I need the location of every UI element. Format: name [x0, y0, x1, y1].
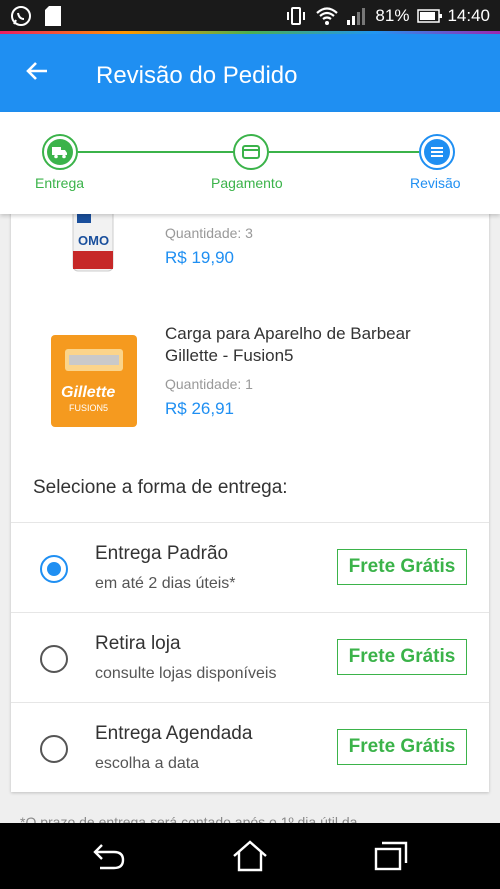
- free-shipping-badge: Frete Grátis: [337, 639, 467, 675]
- option-subtitle: escolha a data: [95, 755, 200, 772]
- product-image: OMO: [69, 205, 117, 280]
- battery-percent: 81%: [375, 6, 410, 25]
- option-title: Entrega Agendada: [95, 723, 253, 744]
- system-nav-bar: [0, 823, 500, 889]
- option-title: Entrega Padrão: [95, 543, 229, 564]
- list-icon: [424, 139, 450, 165]
- signal-icon: [345, 5, 367, 27]
- back-arrow-icon: [93, 844, 125, 870]
- page-title: Revisão do Pedido: [96, 62, 298, 89]
- sd-card-icon: [44, 5, 66, 27]
- product-quantity: Quantidade: 3: [165, 225, 253, 241]
- product-price: R$ 26,91: [165, 399, 234, 418]
- radio-button[interactable]: [40, 555, 68, 583]
- battery-icon: [417, 5, 443, 27]
- radio-button[interactable]: [40, 735, 68, 763]
- delivery-option-store-pickup[interactable]: Retira loja consulte lojas disponíveis F…: [11, 612, 489, 702]
- nav-recents-button[interactable]: [371, 837, 411, 875]
- order-card: OMO Quantidade: 3 R$ 19,90 Gillette FUSI…: [11, 205, 489, 792]
- product-price: R$ 19,90: [165, 248, 234, 267]
- option-subtitle: consulte lojas disponíveis: [95, 665, 277, 682]
- nav-back-button[interactable]: [89, 837, 129, 875]
- step-delivery[interactable]: [42, 134, 78, 170]
- wifi-icon: [315, 5, 339, 27]
- radio-button[interactable]: [40, 645, 68, 673]
- step-connector: [269, 151, 419, 153]
- home-icon: [233, 840, 267, 872]
- product-quantity: Quantidade: 1: [165, 376, 253, 392]
- step-connector: [78, 151, 235, 153]
- vibrate-icon: [285, 5, 307, 27]
- arrow-left-icon: [25, 60, 49, 87]
- product-image: Gillette FUSION5: [51, 335, 137, 432]
- step-label-delivery: Entrega: [35, 175, 85, 191]
- nav-home-button[interactable]: [230, 837, 270, 875]
- clock: 14:40: [447, 6, 490, 25]
- free-shipping-badge: Frete Grátis: [337, 549, 467, 585]
- app-bar: Revisão do Pedido: [0, 34, 500, 112]
- product-item: Gillette FUSION5 Carga para Aparelho de …: [11, 313, 489, 433]
- step-payment[interactable]: [233, 134, 269, 170]
- svg-text:Gillette: Gillette: [61, 384, 115, 401]
- step-label-payment: Pagamento: [211, 175, 283, 191]
- option-title: Retira loja: [95, 633, 181, 654]
- whatsapp-icon: [10, 5, 32, 27]
- svg-text:OMO: OMO: [78, 233, 109, 248]
- step-review[interactable]: [419, 134, 455, 170]
- product-name: Carga para Aparelho de Barbear Gillette …: [165, 324, 411, 365]
- svg-text:FUSION5: FUSION5: [69, 403, 108, 413]
- product-item: OMO Quantidade: 3 R$ 19,90: [11, 205, 489, 285]
- card-icon: [242, 145, 260, 159]
- status-bar: 81% 14:40: [0, 0, 500, 34]
- checkout-stepper: Entrega Pagamento Revisão: [0, 112, 500, 214]
- step-label-review: Revisão: [410, 175, 461, 191]
- option-subtitle: em até 2 dias úteis*: [95, 575, 236, 592]
- delivery-section-title: Selecione a forma de entrega:: [33, 477, 288, 498]
- back-button[interactable]: [22, 58, 52, 88]
- free-shipping-badge: Frete Grátis: [337, 729, 467, 765]
- delivery-option-scheduled[interactable]: Entrega Agendada escolha a data Frete Gr…: [11, 702, 489, 792]
- truck-icon: [47, 139, 73, 165]
- recents-icon: [374, 841, 408, 871]
- delivery-option-standard[interactable]: Entrega Padrão em até 2 dias úteis* Fret…: [11, 522, 489, 612]
